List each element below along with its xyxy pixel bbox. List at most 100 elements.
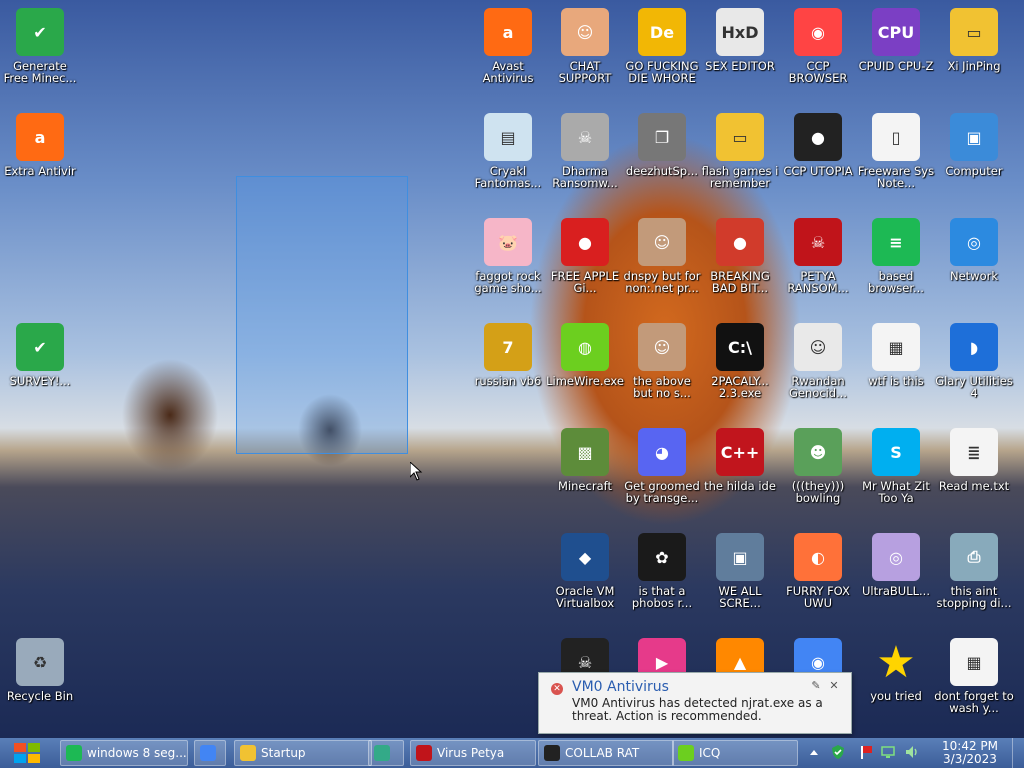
- antivirus-tray-icon[interactable]: [830, 744, 846, 760]
- desktop-icon[interactable]: ☻ (((they))) bowling: [778, 428, 858, 504]
- taskbar-button[interactable]: ICQ: [672, 740, 798, 766]
- desktop-icon-label: UltraBULL...: [862, 584, 930, 598]
- desktop-icon[interactable]: ⎙ this aint stopping di...: [934, 533, 1014, 609]
- pin-icon[interactable]: ✎: [809, 679, 823, 693]
- desktop-icon[interactable]: ▭ Xi JinPing: [934, 8, 1014, 72]
- calendar-doc-icon: ▦: [872, 323, 920, 371]
- clock[interactable]: 10:42 PM 3/3/2023: [930, 740, 1010, 766]
- terminal-icon: C:\: [716, 323, 764, 371]
- desktop-icon[interactable]: De GO FUCKING DIE WHORE: [622, 8, 702, 84]
- desktop-icon[interactable]: ▦ wtf is this: [856, 323, 936, 387]
- de-icon: De: [638, 8, 686, 56]
- desktop-icon[interactable]: ✔ Generate Free Minec...: [0, 8, 80, 84]
- avast-icon: a: [484, 8, 532, 56]
- desktop-icon-label: PETYA RANSOM...: [787, 269, 849, 295]
- volume-icon[interactable]: [904, 744, 920, 760]
- desktop-icon-label: 2PACALY... 2.3.exe: [711, 374, 769, 400]
- skull-helmet-icon: ☠: [561, 113, 609, 161]
- desktop-icon[interactable]: ▣ Computer: [934, 113, 1014, 177]
- desktop-icon[interactable]: ≣ Read me.txt: [934, 428, 1014, 492]
- desktop-icon-label: Generate Free Minec...: [3, 59, 77, 85]
- icq-icon: ✿: [638, 533, 686, 581]
- desktop-icon[interactable]: ● CCP UTOPIA: [778, 113, 858, 177]
- calendar-doc-icon: ▦: [950, 638, 998, 686]
- window-icon: ▤: [484, 113, 532, 161]
- portrait-icon: ☺: [638, 323, 686, 371]
- start-button[interactable]: [4, 740, 50, 766]
- flag-icon[interactable]: [858, 744, 874, 760]
- pc-setup-icon: ▣: [716, 533, 764, 581]
- desktop-icon[interactable]: 7 russian vb6: [468, 323, 548, 387]
- taskbar-button[interactable]: windows 8 seg...: [60, 740, 188, 766]
- desktop-icon[interactable]: a Extra Antivir: [0, 113, 80, 177]
- desktop-icon[interactable]: ✿ is that a phobos r...: [622, 533, 702, 609]
- desktop-icon[interactable]: ☺ Rwandan Genocid...: [778, 323, 858, 399]
- desktop-icon[interactable]: ▣ WE ALL SCRE...: [700, 533, 780, 609]
- desktop-icon-label: Xi JinPing: [947, 59, 1001, 73]
- network-tray-icon[interactable]: [880, 744, 896, 760]
- taskbar-button[interactable]: Virus Petya: [410, 740, 536, 766]
- desktop-icon[interactable]: ▤ Cryakl Fantomas...: [468, 113, 548, 189]
- close-icon[interactable]: ✕: [827, 679, 841, 693]
- desktop-icon[interactable]: ❐ deezhutSp...: [622, 113, 702, 177]
- desktop-icon[interactable]: ◗ Glary Utilities 4: [934, 323, 1014, 399]
- desktop-icon[interactable]: ☺ CHAT SUPPORT: [545, 8, 625, 84]
- portrait-icon: ☺: [638, 218, 686, 266]
- desktop-icon[interactable]: ◎ Network: [934, 218, 1014, 282]
- desktop-icon[interactable]: ☠ Dharma Ransomw...: [545, 113, 625, 189]
- desktop-icon-label: Rwandan Genocid...: [788, 374, 848, 400]
- taskbar-button[interactable]: [194, 740, 226, 766]
- desktop-icon-label: CCP BROWSER: [788, 59, 848, 85]
- goblin-icon: ☻: [794, 428, 842, 476]
- desktop-icon-label: you tried: [870, 689, 922, 703]
- desktop-icon[interactable]: 🐷 faggot rock game sho...: [468, 218, 548, 294]
- desktop-icon[interactable]: ◉ CCP BROWSER: [778, 8, 858, 84]
- desktop-icon[interactable]: S Mr What Zit Too Ya: [856, 428, 936, 504]
- desktop-icon[interactable]: ▩ Minecraft: [545, 428, 625, 492]
- color-wheel-icon: ◉: [794, 8, 842, 56]
- taskbar-button[interactable]: Startup: [234, 740, 372, 766]
- desktop-icon[interactable]: ◆ Oracle VM Virtualbox: [545, 533, 625, 609]
- desktop-icon[interactable]: ◐ FURRY FOX UWU: [778, 533, 858, 609]
- network-icon: ◎: [950, 218, 998, 266]
- skype-icon: S: [872, 428, 920, 476]
- desktop-icon[interactable]: ● FREE APPLE Gi...: [545, 218, 625, 294]
- icq-icon: [678, 745, 694, 761]
- desktop-icon[interactable]: ✔ SURVEY!...: [0, 323, 80, 387]
- firefox-icon: ◐: [794, 533, 842, 581]
- taskbar-button-label: COLLAB RAT: [565, 746, 640, 760]
- desktop-icon[interactable]: ◎ UltraBULL...: [856, 533, 936, 597]
- desktop-icon[interactable]: ≡ based browser...: [856, 218, 936, 294]
- text-file-icon: ≣: [950, 428, 998, 476]
- desktop-icon-label: flash games i remember: [701, 164, 779, 190]
- taskbar-button[interactable]: COLLAB RAT: [538, 740, 674, 766]
- antivirus-notification[interactable]: ✕ VM0 Antivirus VM0 Antivirus has detect…: [538, 672, 852, 734]
- desktop-icon[interactable]: ◕ Get groomed by transge...: [622, 428, 702, 504]
- notification-title: VM0 Antivirus: [572, 679, 669, 695]
- windows-logo-icon: [14, 743, 40, 763]
- desktop-icon[interactable]: C:\ 2PACALY... 2.3.exe: [700, 323, 780, 399]
- desktop-icon[interactable]: ▭ flash games i remember: [700, 113, 780, 189]
- desktop-icon[interactable]: CPU CPUID CPU-Z: [856, 8, 936, 72]
- desktop-icon-label: LimeWire.exe: [546, 374, 624, 388]
- desktop-icon[interactable]: C++ the hilda ide: [700, 428, 780, 492]
- desktop: ✔ Generate Free Minec... a Extra Antivir ✔ SU…: [0, 0, 1024, 738]
- desktop-icon-label: wtf is this: [868, 374, 924, 388]
- desktop-icon[interactable]: ☺ dnspy but for non:.net pr...: [622, 218, 702, 294]
- show-desktop-button[interactable]: [1012, 738, 1024, 768]
- desktop-icon[interactable]: ▦ dont forget to wash y...: [934, 638, 1014, 714]
- show-hidden-icons-icon[interactable]: [806, 744, 822, 760]
- taskbar-button[interactable]: [368, 740, 404, 766]
- desktop-icon[interactable]: ♻ Recycle Bin: [0, 638, 80, 702]
- desktop-icon[interactable]: ☺ the above but no s...: [622, 323, 702, 399]
- stacked-cards-icon: ❐: [638, 113, 686, 161]
- desktop-icon[interactable]: ◍ LimeWire.exe: [545, 323, 625, 387]
- desktop-icon-label: Cryakl Fantomas...: [474, 164, 542, 190]
- desktop-icon[interactable]: ☠ PETYA RANSOM...: [778, 218, 858, 294]
- desktop-icon[interactable]: a Avast Antivirus: [468, 8, 548, 84]
- desktop-icon[interactable]: ● BREAKING BAD BIT...: [700, 218, 780, 294]
- desktop-icon[interactable]: HxD SEX EDITOR: [700, 8, 780, 72]
- desktop-icon[interactable]: ★ you tried: [856, 637, 936, 703]
- desktop-icon[interactable]: ▯ Freeware Sys Note...: [856, 113, 936, 189]
- apple-icon: ●: [561, 218, 609, 266]
